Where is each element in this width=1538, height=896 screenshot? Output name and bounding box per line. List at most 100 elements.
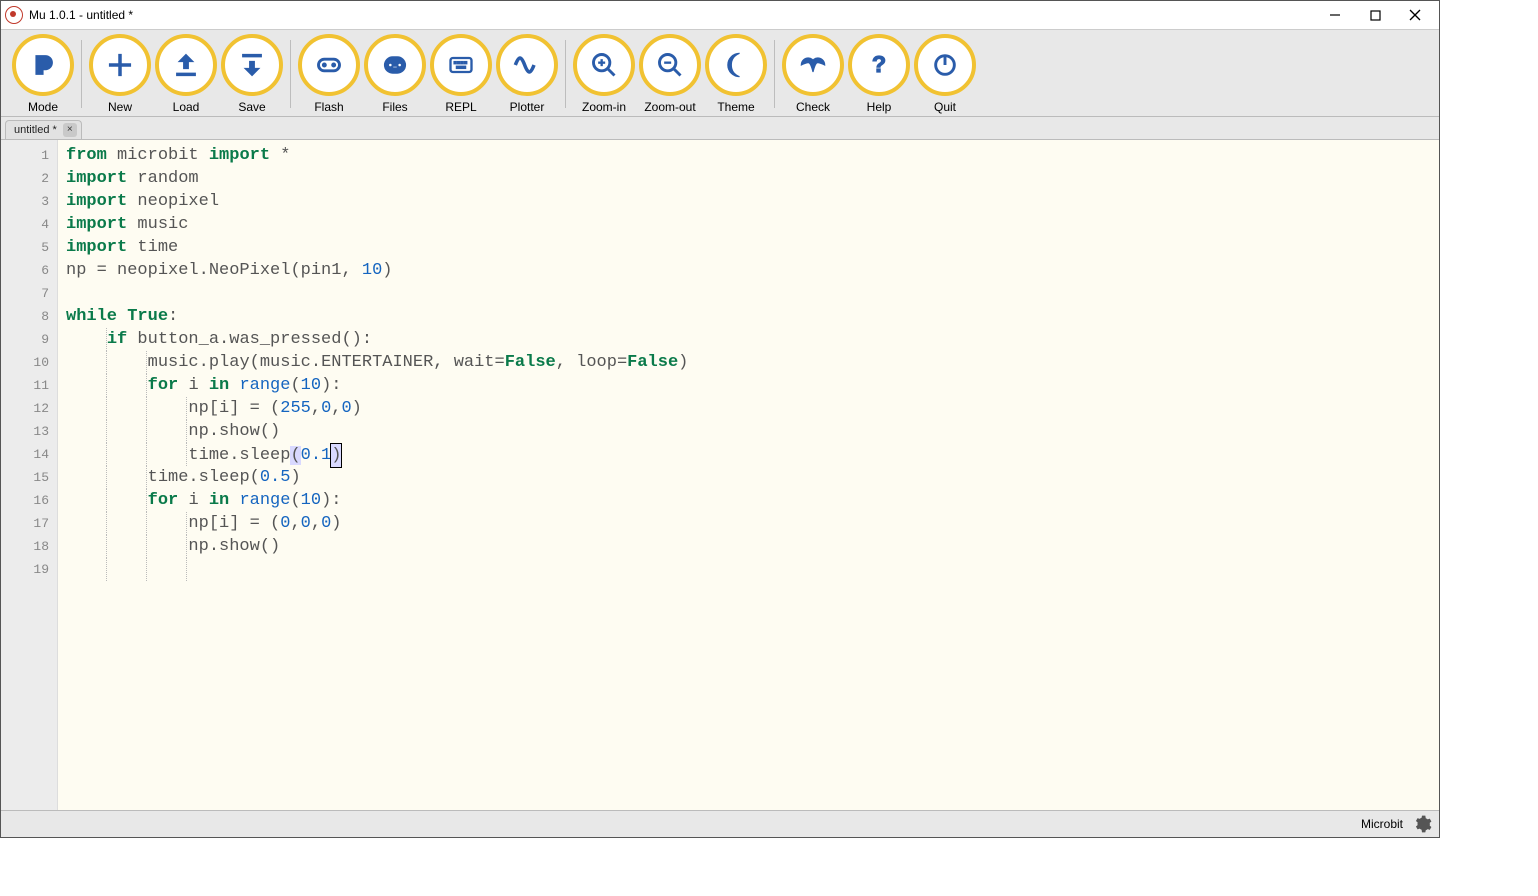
toolbar-button-label: Theme bbox=[717, 100, 754, 114]
theme-icon bbox=[705, 34, 767, 96]
repl-icon bbox=[430, 34, 492, 96]
toolbar-button-label: Help bbox=[867, 100, 892, 114]
code-line[interactable]: import neopixel bbox=[66, 190, 688, 213]
flash-button[interactable]: Flash bbox=[299, 34, 359, 114]
code-editor[interactable]: 12345678910111213141516171819 from micro… bbox=[1, 140, 1439, 810]
mode-icon bbox=[12, 34, 74, 96]
toolbar: Mode New Load Save Flash Files REPL Plotter Zoom… bbox=[1, 30, 1439, 117]
zoom-in-button[interactable]: Zoom-in bbox=[574, 34, 634, 114]
line-number: 10 bbox=[5, 351, 49, 374]
save-icon bbox=[221, 34, 283, 96]
theme-button[interactable]: Theme bbox=[706, 34, 766, 114]
maximize-button[interactable] bbox=[1355, 1, 1395, 29]
line-number: 15 bbox=[5, 466, 49, 489]
code-area[interactable]: from microbit import *import randomimpor… bbox=[58, 140, 696, 810]
code-line[interactable]: music.play(music.ENTERTAINER, wait=False… bbox=[66, 351, 688, 374]
code-line[interactable]: import time bbox=[66, 236, 688, 259]
code-line[interactable]: np[i] = (255,0,0) bbox=[66, 397, 688, 420]
toolbar-button-label: Save bbox=[238, 100, 265, 114]
toolbar-button-label: Plotter bbox=[510, 100, 545, 114]
check-icon bbox=[782, 34, 844, 96]
app-icon bbox=[5, 6, 23, 24]
line-number: 3 bbox=[5, 190, 49, 213]
mode-button[interactable]: Mode bbox=[13, 34, 73, 114]
line-number: 5 bbox=[5, 236, 49, 259]
new-icon bbox=[89, 34, 151, 96]
tab-close-icon[interactable]: × bbox=[63, 123, 77, 137]
toolbar-button-label: Zoom-in bbox=[582, 100, 626, 114]
toolbar-separator bbox=[81, 40, 82, 108]
toolbar-button-label: Flash bbox=[314, 100, 343, 114]
zoom-out-button[interactable]: Zoom-out bbox=[640, 34, 700, 114]
line-number: 11 bbox=[5, 374, 49, 397]
plotter-icon bbox=[496, 34, 558, 96]
quit-button[interactable]: Quit bbox=[915, 34, 975, 114]
toolbar-group: Zoom-in Zoom-out Theme bbox=[568, 34, 772, 114]
line-number: 2 bbox=[5, 167, 49, 190]
toolbar-button-label: Load bbox=[173, 100, 200, 114]
close-button[interactable] bbox=[1395, 1, 1435, 29]
code-line[interactable]: time.sleep(0.1) bbox=[66, 443, 688, 466]
code-line[interactable] bbox=[66, 558, 688, 581]
code-line[interactable]: for i in range(10): bbox=[66, 374, 688, 397]
code-line[interactable]: import music bbox=[66, 213, 688, 236]
line-number: 1 bbox=[5, 144, 49, 167]
toolbar-group: Check? Help Quit bbox=[777, 34, 981, 114]
code-line[interactable]: np[i] = (0,0,0) bbox=[66, 512, 688, 535]
code-line[interactable]: time.sleep(0.5) bbox=[66, 466, 688, 489]
code-line[interactable]: while True: bbox=[66, 305, 688, 328]
help-button[interactable]: ? Help bbox=[849, 34, 909, 114]
zoom-out-icon bbox=[639, 34, 701, 96]
toolbar-separator bbox=[774, 40, 775, 108]
line-number: 14 bbox=[5, 443, 49, 466]
status-mode: Microbit bbox=[1361, 817, 1403, 831]
code-line[interactable]: np = neopixel.NeoPixel(pin1, 10) bbox=[66, 259, 688, 282]
minimize-button[interactable] bbox=[1315, 1, 1355, 29]
repl-button[interactable]: REPL bbox=[431, 34, 491, 114]
plotter-button[interactable]: Plotter bbox=[497, 34, 557, 114]
check-button[interactable]: Check bbox=[783, 34, 843, 114]
toolbar-group: Flash Files REPL Plotter bbox=[293, 34, 563, 114]
quit-icon bbox=[914, 34, 976, 96]
files-button[interactable]: Files bbox=[365, 34, 425, 114]
code-line[interactable]: from microbit import * bbox=[66, 144, 688, 167]
toolbar-button-label: Check bbox=[796, 100, 830, 114]
line-number: 8 bbox=[5, 305, 49, 328]
tab-label: untitled * bbox=[14, 124, 57, 136]
statusbar: Microbit bbox=[1, 810, 1439, 837]
code-line[interactable]: np.show() bbox=[66, 420, 688, 443]
line-number: 19 bbox=[5, 558, 49, 581]
toolbar-button-label: Mode bbox=[28, 100, 58, 114]
toolbar-button-label: Quit bbox=[934, 100, 956, 114]
svg-text:?: ? bbox=[872, 51, 886, 77]
line-number: 18 bbox=[5, 535, 49, 558]
line-number: 6 bbox=[5, 259, 49, 282]
zoom-in-icon bbox=[573, 34, 635, 96]
toolbar-button-label: New bbox=[108, 100, 132, 114]
code-line[interactable]: for i in range(10): bbox=[66, 489, 688, 512]
toolbar-group: Mode bbox=[7, 34, 79, 114]
tabbar: untitled * × bbox=[1, 117, 1439, 140]
code-line[interactable] bbox=[66, 282, 688, 305]
settings-gear-icon[interactable] bbox=[1411, 813, 1433, 835]
line-number: 12 bbox=[5, 397, 49, 420]
save-button[interactable]: Save bbox=[222, 34, 282, 114]
line-number: 16 bbox=[5, 489, 49, 512]
editor-tab[interactable]: untitled * × bbox=[5, 120, 82, 139]
help-icon: ? bbox=[848, 34, 910, 96]
load-icon bbox=[155, 34, 217, 96]
toolbar-button-label: REPL bbox=[445, 100, 476, 114]
line-number: 4 bbox=[5, 213, 49, 236]
code-line[interactable]: np.show() bbox=[66, 535, 688, 558]
line-number: 13 bbox=[5, 420, 49, 443]
load-button[interactable]: Load bbox=[156, 34, 216, 114]
line-number: 17 bbox=[5, 512, 49, 535]
flash-icon bbox=[298, 34, 360, 96]
new-button[interactable]: New bbox=[90, 34, 150, 114]
toolbar-group: New Load Save bbox=[84, 34, 288, 114]
line-number-gutter: 12345678910111213141516171819 bbox=[1, 140, 58, 810]
code-line[interactable]: if button_a.was_pressed(): bbox=[66, 328, 688, 351]
line-number: 7 bbox=[5, 282, 49, 305]
code-line[interactable]: import random bbox=[66, 167, 688, 190]
line-number: 9 bbox=[5, 328, 49, 351]
